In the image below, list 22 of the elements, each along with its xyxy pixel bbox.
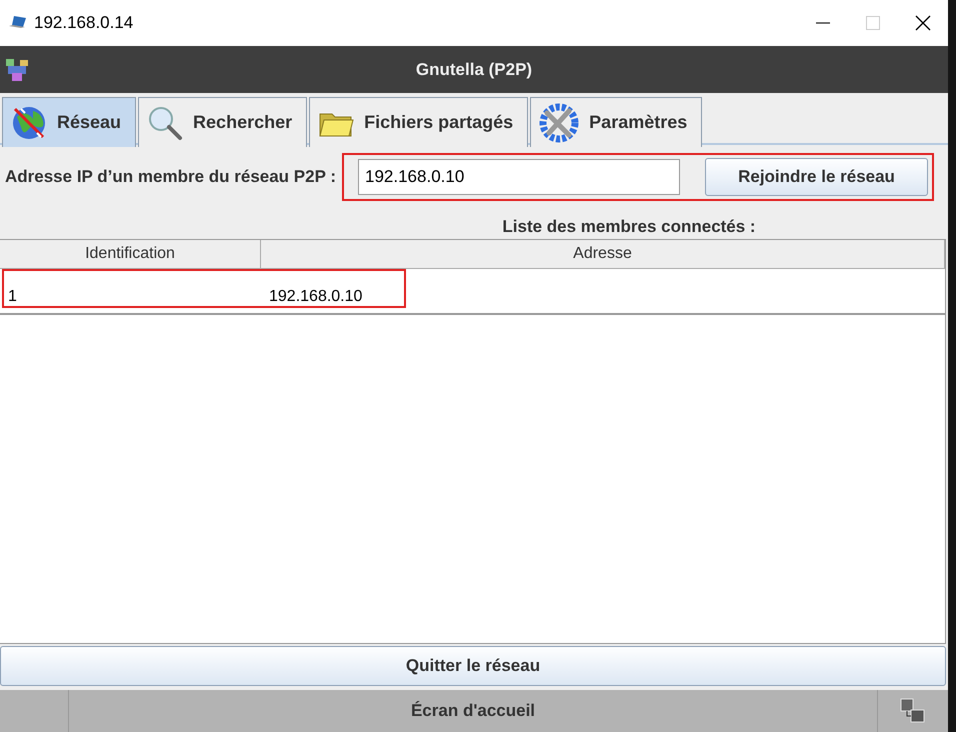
column-header[interactable]: Adresse <box>261 240 945 268</box>
table-cell-text: 192.168.0.10 <box>268 287 364 306</box>
list-title: Liste des membres connectés : <box>501 217 757 237</box>
tab[interactable]: Rechercher <box>138 97 308 147</box>
app-logo-icon <box>4 56 30 82</box>
ip-address-field[interactable]: 192.168.0.10 <box>358 159 680 195</box>
window-title: 192.168.0.14 <box>34 13 134 33</box>
app-title: Gnutella (P2P) <box>414 60 534 80</box>
tab[interactable]: Paramètres <box>530 97 702 147</box>
close-button[interactable] <box>915 15 931 31</box>
search-icon <box>147 104 184 140</box>
gear-wrench-icon <box>539 102 580 142</box>
restore-windows-icon[interactable] <box>899 697 927 725</box>
quit-button[interactable]: Quitter le réseau <box>0 646 946 686</box>
tab[interactable]: Fichiers partagés <box>309 97 528 147</box>
field-label: Adresse IP d’un membre du réseau P2P : <box>5 167 336 187</box>
column-header[interactable]: Identification <box>0 240 261 268</box>
join-button[interactable]: Rejoindre le réseau <box>705 158 928 196</box>
table-cell-text: 1 <box>7 287 18 306</box>
globe-icon <box>11 104 47 140</box>
tab[interactable]: Réseau <box>2 97 136 147</box>
home-screen-label: Écran d'accueil <box>69 690 878 732</box>
